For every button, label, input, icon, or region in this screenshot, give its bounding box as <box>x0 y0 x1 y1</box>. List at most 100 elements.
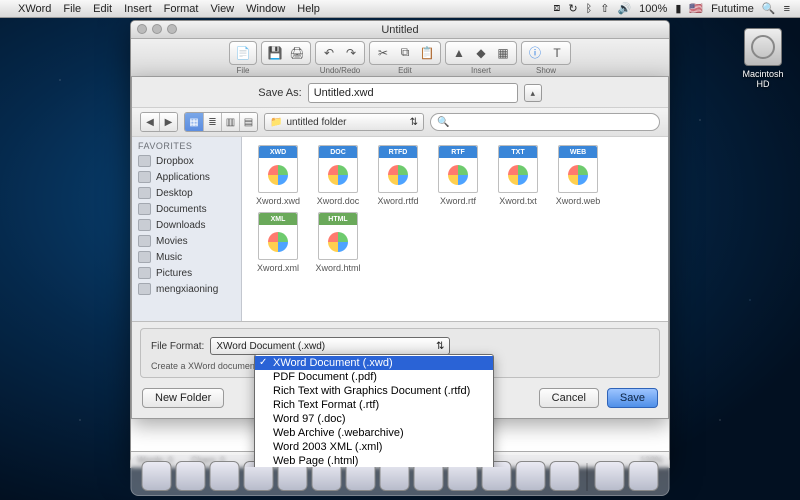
menu-edit[interactable]: Edit <box>87 3 118 15</box>
clock-text[interactable]: Fututime <box>707 3 758 15</box>
bluetooth-menubar-icon[interactable]: ᛒ <box>582 3 597 15</box>
sync-menubar-icon[interactable]: ↻ <box>564 2 581 15</box>
text-tool-icon[interactable]: T <box>548 44 566 62</box>
sidebar-item-pictures[interactable]: Pictures <box>132 265 241 281</box>
file-format-option[interactable]: Rich Text Format (.rtf) <box>255 398 493 412</box>
file-format-label: File Format: <box>151 341 204 352</box>
wifi-menubar-icon[interactable]: ⇧ <box>596 2 613 15</box>
file-format-option[interactable]: Word 2003 XML (.xml) <box>255 440 493 454</box>
movies-icon <box>138 235 151 247</box>
sidebar-item-dropbox[interactable]: Dropbox <box>132 153 241 169</box>
file-item[interactable]: XWDXword.xwd <box>250 145 306 206</box>
sidebar-header: FAVORITES <box>132 137 241 153</box>
new-folder-button[interactable]: New Folder <box>142 388 224 408</box>
table-icon[interactable]: ▦ <box>494 44 512 62</box>
file-format-option[interactable]: Web Archive (.webarchive) <box>255 426 493 440</box>
view-mode-segmented[interactable]: ▦≣▥▤ <box>184 112 258 132</box>
file-format-option[interactable]: Word 97 (.doc) <box>255 412 493 426</box>
save-as-label: Save As: <box>258 87 301 99</box>
cut-icon[interactable]: ✂ <box>374 44 392 62</box>
menubar-app[interactable]: XWord <box>12 3 57 15</box>
file-icon: DOC <box>318 145 358 193</box>
save-button[interactable]: Save <box>607 388 658 408</box>
expand-collapse-toggle[interactable]: ▴ <box>524 84 542 102</box>
spotlight-icon[interactable]: 🔍 <box>758 2 780 15</box>
sidebar-item-downloads[interactable]: Downloads <box>132 217 241 233</box>
menu-help[interactable]: Help <box>291 3 326 15</box>
file-format-option[interactable]: Rich Text with Graphics Document (.rtfd) <box>255 384 493 398</box>
file-icon: HTML <box>318 212 358 260</box>
downloads-icon <box>138 219 151 231</box>
menu-view[interactable]: View <box>204 3 240 15</box>
volume-menubar-icon[interactable]: 🔊 <box>613 2 635 15</box>
dropbox-menubar-icon[interactable]: ⧈ <box>549 2 564 15</box>
print-icon[interactable]: 🖨 <box>288 44 306 62</box>
nav-back-forward[interactable]: ◀▶ <box>140 112 178 132</box>
copy-icon[interactable]: ⧉ <box>396 44 414 62</box>
file-icon: RTFD <box>378 145 418 193</box>
file-name: Xword.xml <box>257 263 299 273</box>
shape-icon[interactable]: ▲ <box>450 44 468 62</box>
file-grid[interactable]: XWDXword.xwdDOCXword.docRTFDXword.rtfdRT… <box>242 137 668 321</box>
dock-downloads-icon[interactable] <box>595 461 625 491</box>
battery-menubar-icon[interactable]: ▮ <box>671 2 685 15</box>
file-item[interactable]: WEBXword.web <box>550 145 606 206</box>
applications-icon <box>138 171 151 183</box>
cancel-button[interactable]: Cancel <box>539 388 599 408</box>
file-format-option[interactable]: PDF Document (.pdf) <box>255 370 493 384</box>
dock-trash-icon[interactable] <box>629 461 659 491</box>
menu-format[interactable]: Format <box>158 3 205 15</box>
sidebar-item-music[interactable]: Music <box>132 249 241 265</box>
file-icon: XWD <box>258 145 298 193</box>
finder-search-input[interactable]: 🔍 <box>430 113 660 131</box>
icon-view-icon: ▦ <box>185 113 203 131</box>
dock-launchpad-icon[interactable] <box>176 461 206 491</box>
paste-icon[interactable]: 📋 <box>418 44 436 62</box>
file-format-option[interactable]: XWord Document (.xwd) <box>255 356 493 370</box>
redo-icon[interactable]: ↷ <box>342 44 360 62</box>
undo-icon[interactable]: ↶ <box>320 44 338 62</box>
save-icon[interactable]: 💾 <box>266 44 284 62</box>
file-item[interactable]: HTML Xword.html <box>310 212 366 273</box>
file-icon: RTF <box>438 145 478 193</box>
file-item[interactable]: TXTXword.txt <box>490 145 546 206</box>
file-item[interactable]: XMLXword.xml <box>250 212 306 273</box>
sidebar-item-desktop[interactable]: Desktop <box>132 185 241 201</box>
finder-nav-row: ◀▶ ▦≣▥▤ 📁untitled folder ⇅ 🔍 <box>132 107 668 137</box>
file-name: Xword.html <box>315 263 360 273</box>
battery-text[interactable]: 100% <box>635 3 671 15</box>
window-titlebar[interactable]: Untitled <box>131 21 669 39</box>
sidebar-item-movies[interactable]: Movies <box>132 233 241 249</box>
desktop-icon <box>138 187 151 199</box>
dock-safari-icon[interactable] <box>210 461 240 491</box>
file-format-select[interactable]: XWord Document (.xwd) ⇅ <box>210 337 450 355</box>
file-format-menu[interactable]: XWord Document (.xwd)PDF Document (.pdf)… <box>254 354 494 468</box>
menu-file[interactable]: File <box>57 3 87 15</box>
app-toolbar: 📄File 💾🖨 ↶↷Undo/Redo ✂⧉📋Edit ▲◆▦Insert ⓘ… <box>131 39 669 77</box>
notification-center-icon[interactable]: ≡ <box>780 3 794 15</box>
mac-menubar: XWord File Edit Insert Format View Windo… <box>0 0 800 18</box>
path-folder-select[interactable]: 📁untitled folder ⇅ <box>264 113 424 131</box>
file-name: Xword.rtf <box>440 196 476 206</box>
desktop-macintosh-hd[interactable]: Macintosh HD <box>738 28 788 89</box>
sidebar-item-user[interactable]: mengxiaoning <box>132 281 241 297</box>
file-item[interactable]: DOCXword.doc <box>310 145 366 206</box>
menu-window[interactable]: Window <box>240 3 291 15</box>
marker-icon[interactable]: ◆ <box>472 44 490 62</box>
traffic-lights[interactable] <box>137 24 177 34</box>
sidebar-item-applications[interactable]: Applications <box>132 169 241 185</box>
search-icon: 🔍 <box>437 117 449 128</box>
new-doc-icon[interactable]: 📄 <box>234 44 252 62</box>
menu-insert[interactable]: Insert <box>118 3 158 15</box>
dock-xword-icon[interactable] <box>550 461 580 491</box>
info-icon[interactable]: ⓘ <box>526 44 544 62</box>
dock-preferences-icon[interactable] <box>516 461 546 491</box>
file-item[interactable]: RTFDXword.rtfd <box>370 145 426 206</box>
input-flag-icon[interactable]: 🇺🇸 <box>685 2 707 15</box>
sidebar-item-documents[interactable]: Documents <box>132 201 241 217</box>
file-item[interactable]: RTF Xword.rtf <box>430 145 486 206</box>
file-format-option[interactable]: Web Page (.html) <box>255 454 493 468</box>
dock-finder-icon[interactable] <box>142 461 172 491</box>
pictures-icon <box>138 267 151 279</box>
save-as-filename-input[interactable]: Untitled.xwd <box>308 83 518 103</box>
